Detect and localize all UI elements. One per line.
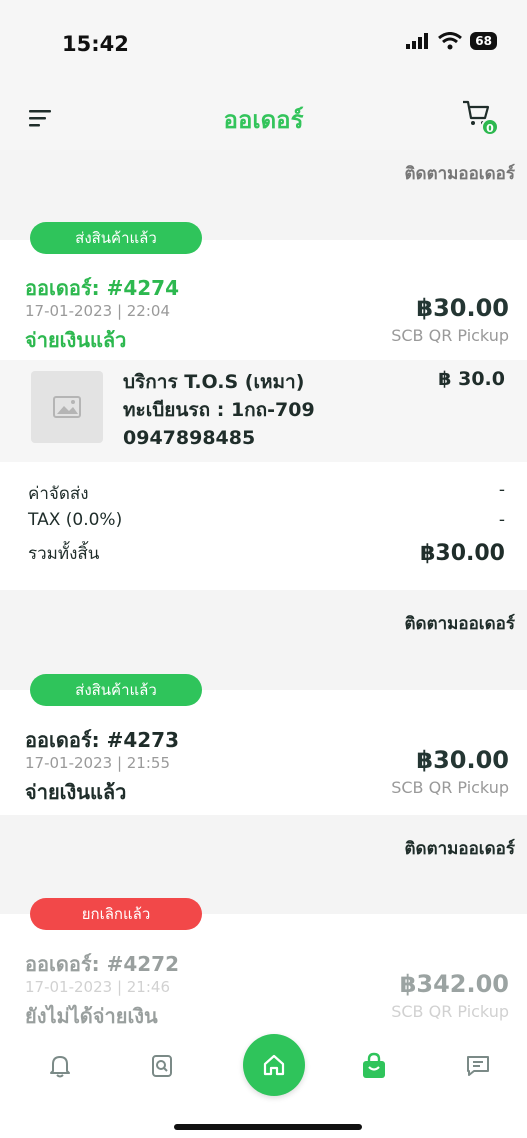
- order-datetime: 17-01-2023 | 21:55: [25, 754, 170, 772]
- wifi-icon: [438, 32, 463, 50]
- status-badge: ยกเลิกแล้ว: [30, 898, 202, 930]
- order-datetime: 17-01-2023 | 22:04: [25, 302, 170, 320]
- battery-icon: 68: [470, 32, 497, 50]
- item-phone: 0947898485: [123, 427, 256, 449]
- payment-status: ยังไม่ได้จ่ายเงิน: [25, 1004, 158, 1028]
- item-thumbnail: [31, 371, 103, 443]
- order-datetime: 17-01-2023 | 21:46: [25, 978, 170, 996]
- shipping-label: ค่าจัดส่ง: [28, 484, 89, 504]
- status-badge: ส่งสินค้าแล้ว: [30, 674, 202, 706]
- order-number: ออเดอร์: #4272: [25, 952, 179, 976]
- signal-icon: [406, 33, 429, 49]
- tab-notifications[interactable]: [42, 1048, 78, 1084]
- payment-method: SCB QR Pickup: [391, 1002, 509, 1021]
- order-total: ฿342.00: [399, 970, 509, 998]
- item-name: บริการ T.O.S (เหมา): [123, 371, 305, 393]
- payment-status: จ่ายเงินแล้ว: [25, 780, 127, 804]
- order-number: ออเดอร์: #4274: [25, 276, 179, 300]
- order-total: ฿30.00: [416, 294, 509, 322]
- message-icon: [467, 1056, 489, 1076]
- home-icon: [263, 1054, 285, 1076]
- tab-orders[interactable]: [356, 1048, 392, 1084]
- shopping-bag-icon: [363, 1052, 385, 1078]
- track-order-link[interactable]: ติดตามออเดอร์: [405, 835, 515, 862]
- tab-bar: [0, 1030, 527, 1138]
- status-icons: 68: [406, 32, 497, 50]
- total-row: รวมทั้งสิ้น ฿30.00: [28, 540, 505, 567]
- order-number: ออเดอร์: #4273: [25, 728, 179, 752]
- track-order-link[interactable]: ติดตามออเดอร์: [405, 610, 515, 637]
- bell-icon: [50, 1056, 70, 1078]
- total-label: รวมทั้งสิ้น: [28, 544, 100, 564]
- tab-home[interactable]: [243, 1034, 305, 1096]
- payment-method: SCB QR Pickup: [391, 326, 509, 345]
- order-total: ฿30.00: [416, 746, 509, 774]
- nav-bar: ออเดอร์ 0: [0, 90, 527, 150]
- shipping-row: ค่าจัดส่ง -: [28, 480, 505, 507]
- item-plate: ทะเบียนรถ : 1กถ-709: [123, 399, 315, 421]
- tab-search[interactable]: [144, 1048, 180, 1084]
- tax-row: TAX (0.0%) -: [28, 510, 505, 530]
- search-doc-icon: [152, 1055, 172, 1077]
- tax-label: TAX (0.0%): [28, 510, 123, 530]
- tax-value: -: [498, 510, 505, 530]
- payment-status: จ่ายเงินแล้ว: [25, 328, 127, 352]
- page-title: ออเดอร์: [223, 106, 304, 134]
- tab-messages[interactable]: [460, 1048, 496, 1084]
- cart-button[interactable]: 0: [461, 98, 499, 136]
- payment-method: SCB QR Pickup: [391, 778, 509, 797]
- total-value: ฿30.00: [420, 541, 505, 566]
- status-time: 15:42: [62, 32, 129, 56]
- item-price: ฿ 30.0: [438, 368, 505, 390]
- status-bar: 15:42 68: [0, 0, 527, 90]
- item-details: บริการ T.O.S (เหมา) ทะเบียนรถ : 1กถ-709 …: [123, 368, 315, 452]
- track-order-link[interactable]: ติดตามออเดอร์: [405, 160, 515, 187]
- cart-count-badge: 0: [481, 118, 499, 136]
- shipping-value: -: [498, 480, 505, 500]
- order-item: บริการ T.O.S (เหมา) ทะเบียนรถ : 1กถ-709 …: [0, 360, 527, 462]
- home-indicator: [174, 1124, 362, 1130]
- status-badge: ส่งสินค้าแล้ว: [30, 222, 202, 254]
- image-placeholder-icon: [53, 396, 81, 418]
